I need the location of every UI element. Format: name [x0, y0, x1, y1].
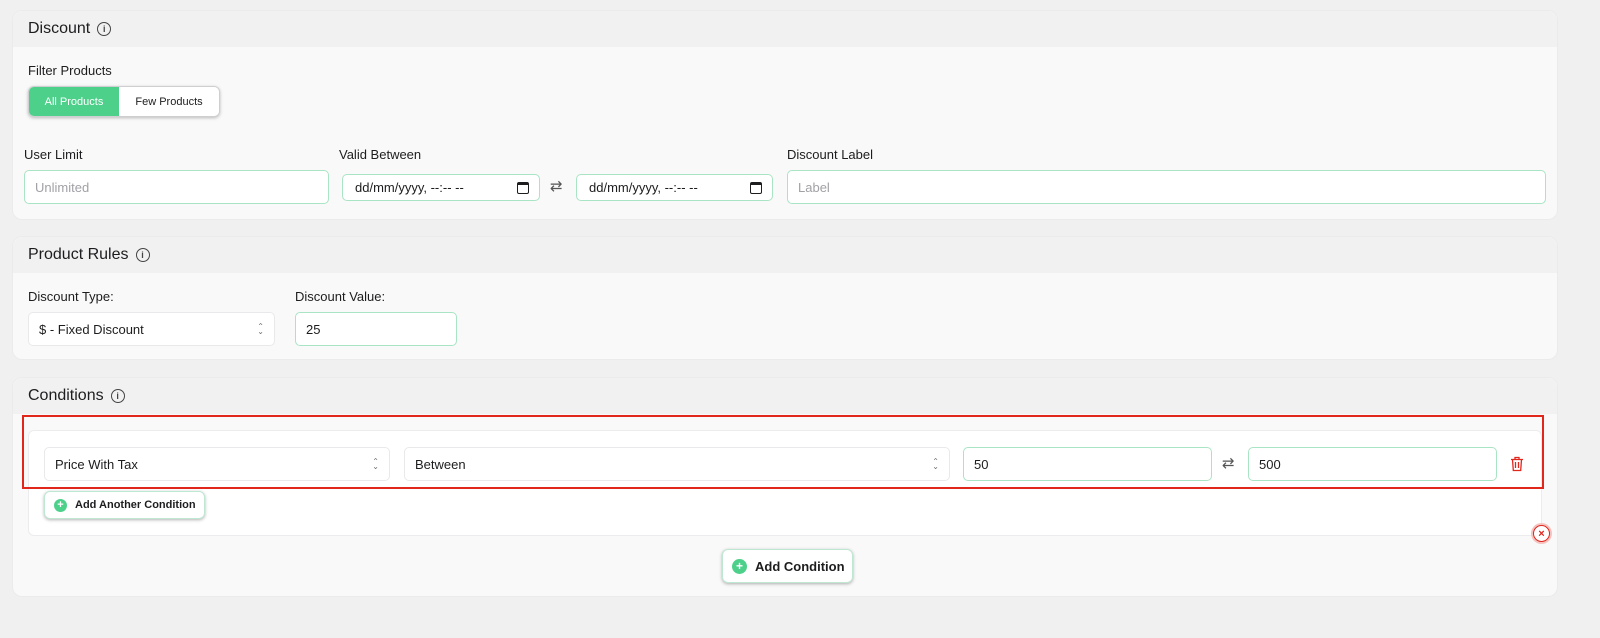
product-rules-header: Product Rules i — [13, 237, 1557, 273]
chevron-updown-icon: ⌃ ⌄ — [372, 457, 379, 471]
discount-title: Discount — [28, 20, 91, 37]
discount-value-label: Discount Value: — [295, 289, 386, 304]
condition-operator-value: Between — [415, 456, 466, 472]
condition-operator-select[interactable]: Between ⌃ ⌄ — [404, 447, 950, 481]
plus-circle-icon: + — [732, 558, 747, 574]
conditions-title: Conditions — [28, 387, 104, 404]
close-circle-icon[interactable]: × — [1533, 525, 1550, 542]
discount-type-select[interactable]: $ - Fixed Discount ⌃ ⌄ — [28, 312, 275, 346]
info-icon[interactable]: i — [135, 248, 150, 262]
condition-group — [28, 430, 1542, 536]
end-date-input[interactable]: dd/mm/yyyy, --:-- -- — [576, 174, 773, 201]
filter-products-toggle: All Products Few Products — [28, 86, 220, 117]
calendar-icon[interactable] — [750, 181, 762, 194]
start-date-value: dd/mm/yyyy, --:-- -- — [355, 180, 464, 195]
discount-header: Discount i — [13, 11, 1557, 47]
info-icon[interactable]: i — [97, 22, 112, 36]
few-products-button[interactable]: Few Products — [119, 87, 219, 116]
discount-label-input[interactable]: Label — [787, 170, 1546, 204]
discount-value-input[interactable]: 25 — [295, 312, 457, 346]
filter-products-label: Filter Products — [28, 63, 112, 78]
trash-icon[interactable] — [1510, 456, 1524, 472]
all-products-button[interactable]: All Products — [29, 87, 119, 116]
plus-circle-icon: + — [54, 498, 67, 512]
conditions-header: Conditions i — [13, 378, 1557, 414]
add-another-condition-label: Add Another Condition — [75, 499, 196, 511]
discount-type-value: $ - Fixed Discount — [39, 321, 144, 337]
chevron-updown-icon: ⌃ ⌄ — [257, 322, 264, 336]
condition-min-input[interactable]: 50 — [963, 447, 1212, 481]
add-another-condition-button[interactable]: + Add Another Condition — [44, 491, 205, 519]
user-limit-input[interactable]: Unlimited — [24, 170, 329, 204]
condition-field-value: Price With Tax — [55, 456, 138, 472]
swap-arrows-icon: ⇄ — [1222, 455, 1235, 472]
condition-field-select[interactable]: Price With Tax ⌃ ⌄ — [44, 447, 390, 481]
start-date-input[interactable]: dd/mm/yyyy, --:-- -- — [342, 174, 540, 201]
calendar-icon[interactable] — [517, 181, 529, 194]
swap-arrows-icon: ⇄ — [550, 178, 563, 195]
valid-between-label: Valid Between — [339, 147, 422, 162]
end-date-value: dd/mm/yyyy, --:-- -- — [589, 180, 698, 195]
add-condition-label: Add Condition — [755, 558, 845, 574]
user-limit-label: User Limit — [24, 147, 83, 162]
info-icon[interactable]: i — [110, 389, 125, 403]
chevron-updown-icon: ⌃ ⌄ — [932, 457, 939, 471]
product-rules-title: Product Rules — [28, 246, 129, 263]
condition-max-input[interactable]: 500 — [1248, 447, 1497, 481]
add-condition-button[interactable]: + Add Condition — [722, 549, 853, 583]
discount-type-label: Discount Type: — [28, 289, 114, 304]
discount-label-label: Discount Label — [787, 147, 873, 162]
